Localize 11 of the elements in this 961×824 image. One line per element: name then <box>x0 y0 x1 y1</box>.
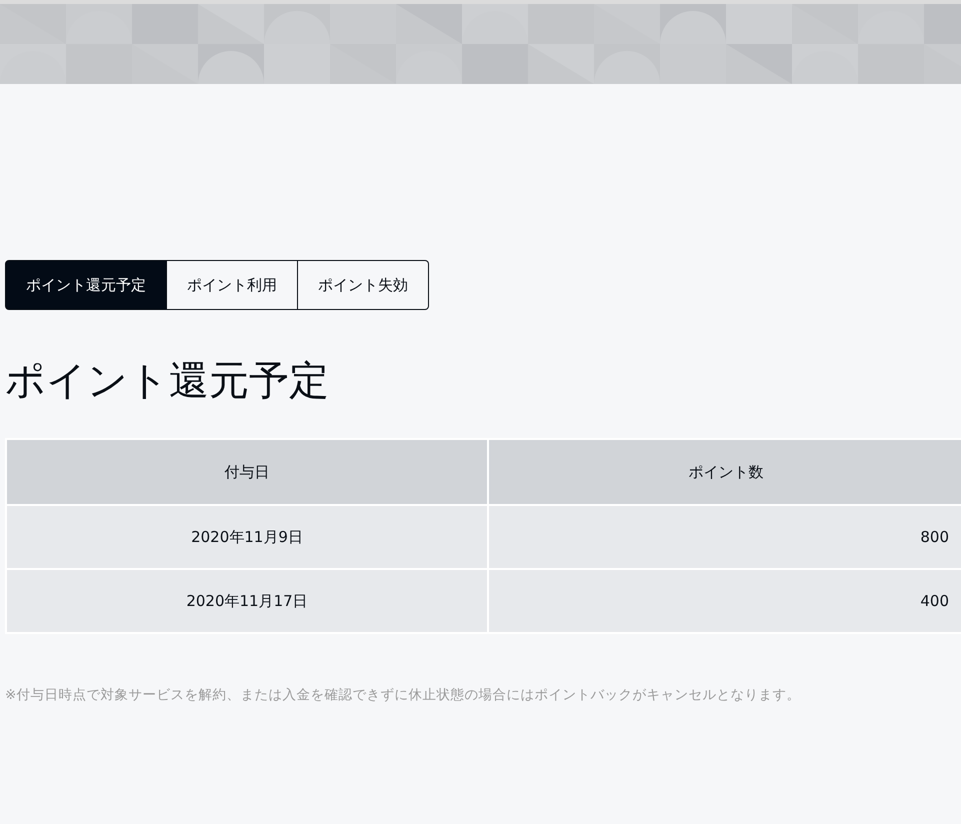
tab[interactable]: ポイント失効 <box>298 260 429 310</box>
page-heading: ポイント還元予定 <box>5 357 330 406</box>
column-header: ポイント数 <box>488 439 961 505</box>
table-cell: 400 <box>488 569 961 633</box>
table-cell: 2020年11月9日 <box>6 505 488 569</box>
table-cell: 800 <box>488 505 961 569</box>
notice-text: ※付与日時点で対象サービスを解約、または入金を確認できずに休止状態の場合にはポイントバックがキャンセルとなります。 <box>5 686 802 704</box>
tab[interactable]: ポイント利用 <box>167 260 298 310</box>
column-header: 付与日 <box>6 439 488 505</box>
table-cell: 2020年11月17日 <box>6 569 488 633</box>
tab[interactable]: ポイント還元予定 <box>5 260 167 310</box>
